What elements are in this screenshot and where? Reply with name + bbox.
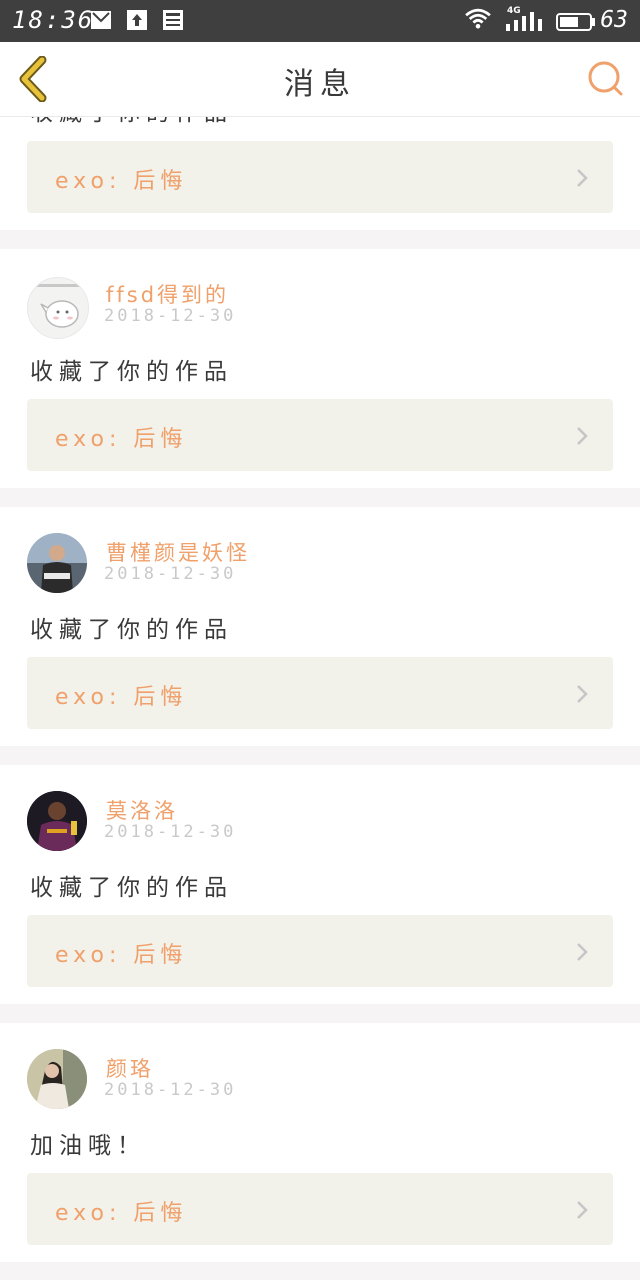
avatar[interactable] bbox=[27, 533, 87, 593]
notification-card: 曹槿颜是妖怪 2018-12-30 收藏了你的作品 exo: 后悔 bbox=[0, 507, 640, 746]
work-link-label: exo: 后悔 bbox=[55, 169, 188, 194]
chevron-right-icon bbox=[577, 427, 588, 445]
wifi-icon bbox=[465, 8, 491, 29]
date: 2018-12-30 bbox=[104, 564, 237, 584]
work-link-label: exo: 后悔 bbox=[55, 427, 188, 452]
notification-message: 收藏了你的作品 bbox=[30, 117, 233, 127]
notification-message: 收藏了你的作品 bbox=[30, 617, 233, 643]
notification-card: 颜珞 2018-12-30 加油哦！ exo: 后悔 bbox=[0, 1023, 640, 1262]
work-link-row[interactable]: exo: 后悔 bbox=[27, 915, 613, 987]
avatar[interactable] bbox=[27, 1049, 87, 1109]
work-link-row[interactable]: exo: 后悔 bbox=[27, 141, 613, 213]
date: 2018-12-30 bbox=[104, 822, 237, 842]
notification-card: 收藏了你的作品 exo: 后悔 bbox=[0, 117, 640, 230]
chevron-right-icon bbox=[577, 1201, 588, 1219]
work-link-row[interactable]: exo: 后悔 bbox=[27, 1173, 613, 1245]
notification-list[interactable]: 收藏了你的作品 exo: 后悔 ffsd得到的 2018-12-30 收藏了你的… bbox=[0, 117, 640, 1280]
notification-card: 莫洛洛 2018-12-30 收藏了你的作品 exo: 后悔 bbox=[0, 765, 640, 1004]
chevron-right-icon bbox=[577, 685, 588, 703]
signal-icon bbox=[506, 12, 542, 31]
avatar[interactable] bbox=[27, 791, 87, 851]
notification-message: 收藏了你的作品 bbox=[30, 359, 233, 385]
date: 2018-12-30 bbox=[104, 1080, 237, 1100]
work-link-label: exo: 后悔 bbox=[55, 943, 188, 968]
upload-icon bbox=[127, 10, 147, 30]
username[interactable]: 曹槿颜是妖怪 bbox=[106, 537, 250, 567]
avatar[interactable] bbox=[27, 277, 89, 339]
chevron-right-icon bbox=[577, 169, 588, 187]
mail-icon bbox=[91, 11, 111, 29]
status-bar: 18:36 4G 63 bbox=[0, 0, 640, 42]
username[interactable]: 颜珞 bbox=[106, 1053, 154, 1083]
page-title: 消息 bbox=[284, 67, 356, 102]
battery-level: 63 bbox=[600, 7, 628, 33]
work-link-label: exo: 后悔 bbox=[55, 685, 188, 710]
notification-card: ffsd得到的 2018-12-30 收藏了你的作品 exo: 后悔 bbox=[0, 249, 640, 488]
search-icon[interactable] bbox=[584, 57, 628, 101]
work-link-label: exo: 后悔 bbox=[55, 1201, 188, 1226]
news-icon bbox=[163, 10, 183, 30]
nav-bar: 消息 bbox=[0, 42, 640, 117]
work-link-row[interactable]: exo: 后悔 bbox=[27, 399, 613, 471]
username[interactable]: ffsd得到的 bbox=[106, 279, 229, 309]
username[interactable]: 莫洛洛 bbox=[106, 795, 178, 825]
notification-message: 加油哦！ bbox=[30, 1133, 146, 1159]
status-time: 18:36 bbox=[12, 6, 95, 34]
chevron-right-icon bbox=[577, 943, 588, 961]
notification-message: 收藏了你的作品 bbox=[30, 875, 233, 901]
date: 2018-12-30 bbox=[104, 306, 237, 326]
battery-icon bbox=[556, 13, 595, 31]
work-link-row[interactable]: exo: 后悔 bbox=[27, 657, 613, 729]
